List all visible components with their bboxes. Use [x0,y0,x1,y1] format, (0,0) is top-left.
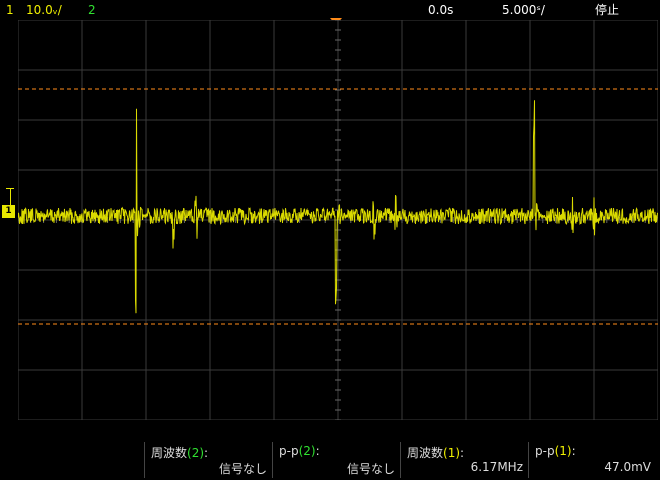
trigger-level-stem [10,188,11,205]
measurement-label: p-p(2): [279,444,320,458]
measurement-value: 信号なし [346,462,395,476]
measurement-pp-ch2[interactable]: p-p(2): 信号なし [272,442,401,478]
measurement-label: 周波数(2): [151,446,209,460]
measurement-freq-ch1[interactable]: 周波数(1): 6.17MHz [400,442,529,478]
waveform-canvas [18,20,658,420]
measurement-value: 6.17MHz [470,460,523,474]
measurement-freq-ch2[interactable]: 周波数(2): 信号なし [144,442,273,478]
time-offset[interactable]: 0.0s [428,0,453,20]
run-state[interactable]: 停止 [595,0,619,20]
time-scale[interactable]: 5.000ˢ/ [502,0,545,20]
measurement-value: 47.0mV [604,460,651,474]
measurement-label: 周波数(1): [407,446,465,460]
measurement-pp-ch1[interactable]: p-p(1): 47.0mV [528,442,657,478]
measurement-value: 信号なし [218,462,267,476]
channel-1-scale[interactable]: 10.0ᵥ/ [26,0,62,20]
status-bar: 1 10.0ᵥ/ 2 0.0s 5.000ˢ/ 停止 [0,0,660,20]
channel-1-ground-marker[interactable]: 1 [2,205,15,218]
measurement-label: p-p(1): [535,444,576,458]
channel-1-label[interactable]: 1 [6,0,14,20]
channel-2-label[interactable]: 2 [88,0,96,20]
measurement-bar: 周波数(2): 信号なし p-p(2): 信号なし 周波数(1): 6.17MH… [0,440,660,480]
waveform-display[interactable] [18,20,658,420]
